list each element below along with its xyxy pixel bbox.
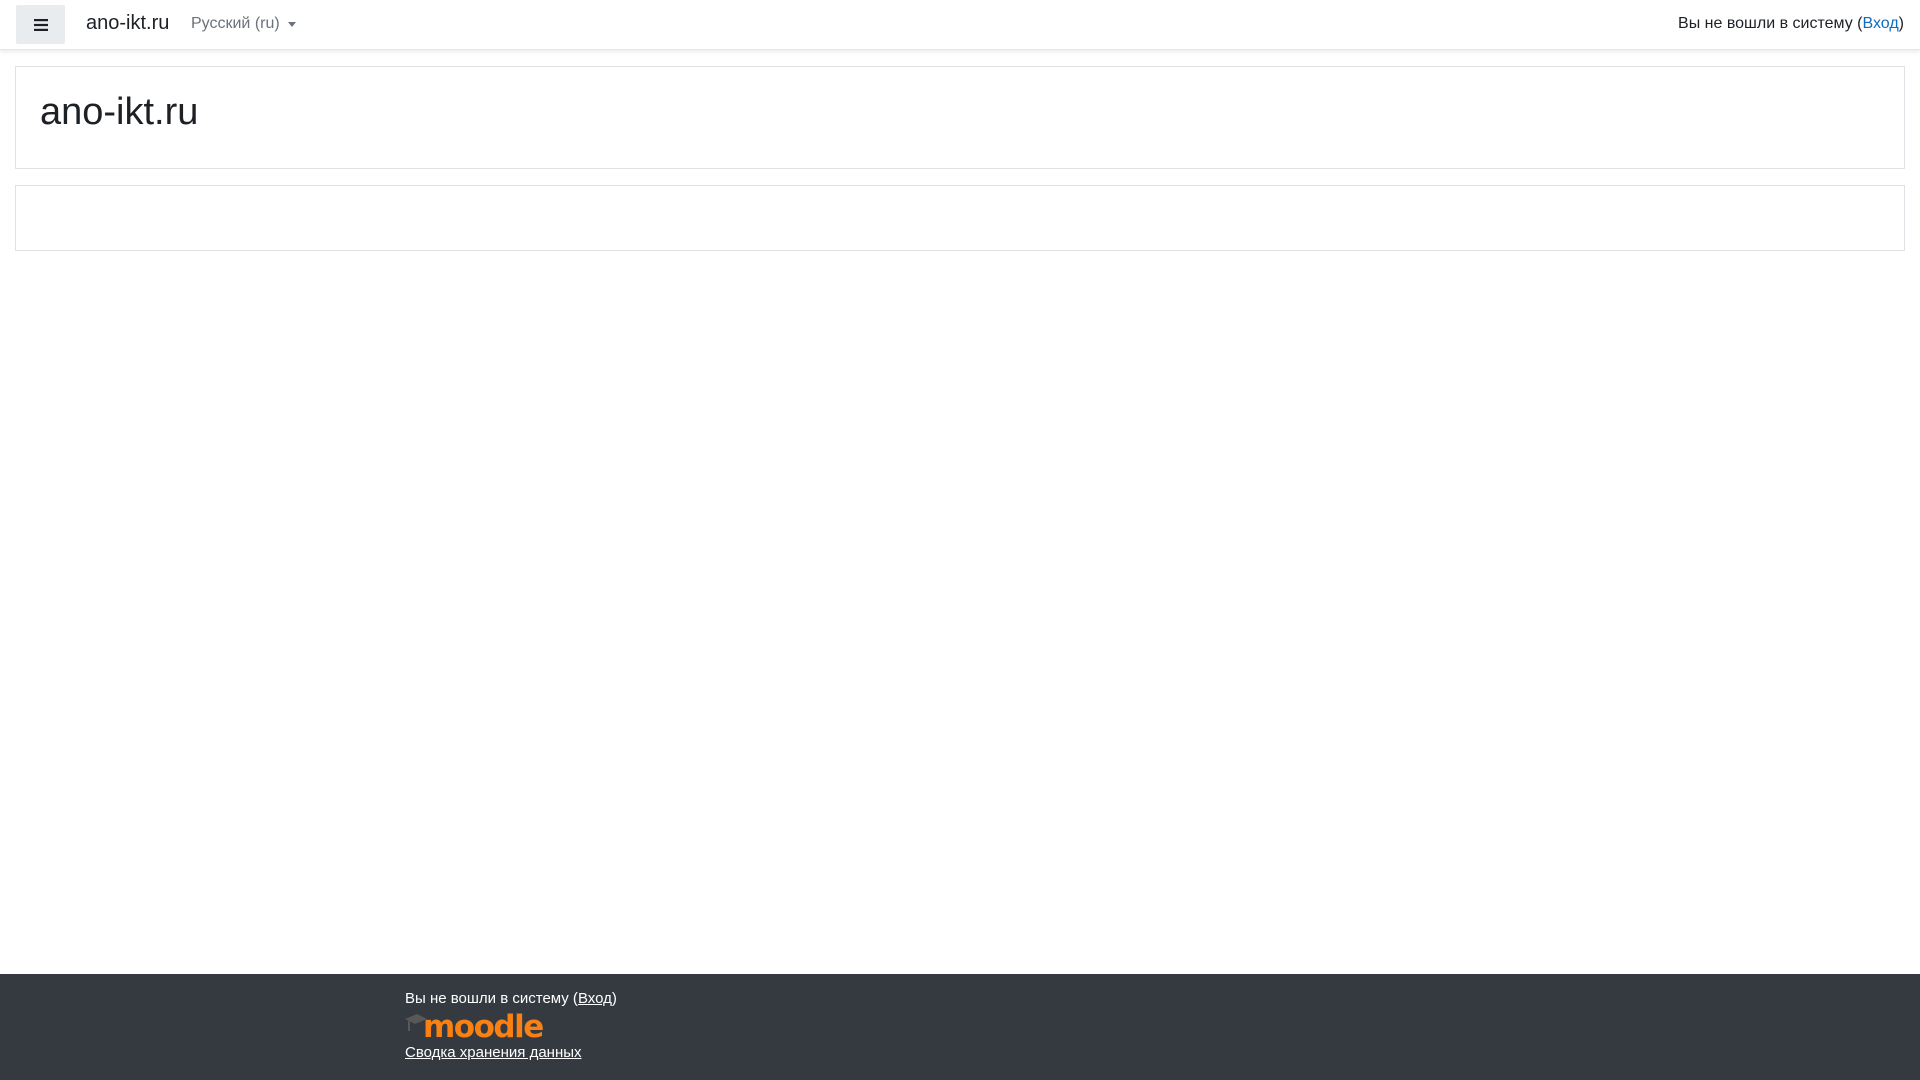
main-content-region	[15, 185, 1905, 251]
data-retention-summary-link[interactable]: Сводка хранения данных	[405, 1044, 617, 1061]
footer-content: Вы не вошли в систему (Вход) moodle Свод…	[405, 990, 617, 1061]
moodle-logo-link[interactable]: moodle	[405, 1009, 617, 1045]
footer-login-prefix: Вы не вошли в систему (	[405, 990, 578, 1007]
site-brand-link[interactable]: ano-ikt.ru	[86, 12, 169, 35]
caret-down-icon	[287, 21, 296, 27]
page-header: ano-ikt.ru	[15, 66, 1905, 169]
login-info: Вы не вошли в систему (Вход)	[1678, 15, 1904, 33]
moodle-logo-text: moodle	[423, 1009, 544, 1045]
language-label: Русский ‎(ru)‎	[191, 15, 280, 32]
drawer-toggle-button[interactable]	[16, 5, 65, 44]
login-info-prefix: Вы не вошли в систему (	[1678, 15, 1863, 32]
top-navbar: ano-ikt.ru Русский ‎(ru)‎ Вы не вошли в …	[0, 0, 1920, 50]
footer-login-link[interactable]: Вход	[578, 990, 612, 1007]
page-title: ano-ikt.ru	[40, 91, 199, 133]
footer-login-suffix: )	[611, 990, 617, 1007]
login-link[interactable]: Вход	[1862, 15, 1898, 32]
hamburger-menu-icon	[33, 18, 48, 31]
footer-login-info: Вы не вошли в систему (Вход)	[405, 990, 617, 1007]
language-menu[interactable]: Русский ‎(ru)‎	[191, 15, 296, 33]
login-info-suffix: )	[1898, 15, 1904, 32]
page-footer: Вы не вошли в систему (Вход) moodle Свод…	[0, 974, 1920, 1080]
